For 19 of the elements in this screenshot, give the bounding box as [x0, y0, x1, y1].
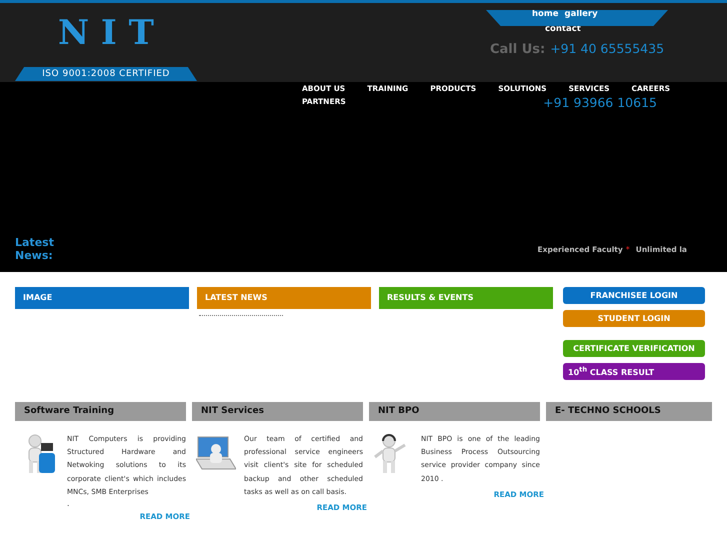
panel-header: LATEST NEWS [197, 287, 371, 309]
quick-link-button[interactable]: 10$^{th}$ CLASS RESULT [563, 363, 705, 380]
panel-header: RESULTS & EVENTS [379, 287, 553, 309]
phone-number: +91 93966 10615 [543, 95, 657, 110]
ticker-separator: * [626, 244, 630, 254]
top-link[interactable]: home [532, 10, 559, 19]
section-header: E- TECHNO SCHOOLS [546, 402, 712, 421]
phone-number: +91 40 65555435 [550, 41, 664, 56]
top-link[interactable]: contact [545, 25, 581, 34]
section-header: NIT Services [192, 402, 363, 421]
certification-banner: ISO 9001:2008 CERTIFIED [15, 67, 197, 81]
section-header: NIT BPO [369, 402, 540, 421]
top-link[interactable]: gallery [564, 10, 598, 19]
panel-header: IMAGE [15, 287, 189, 309]
quick-link-button[interactable]: FRANCHISEE LOGIN [563, 287, 705, 304]
news-label: Latest News: [15, 236, 55, 262]
call-label: Call Us: [490, 42, 546, 57]
logo[interactable]: N I T [58, 13, 154, 55]
section-header: Software Training [15, 402, 186, 421]
